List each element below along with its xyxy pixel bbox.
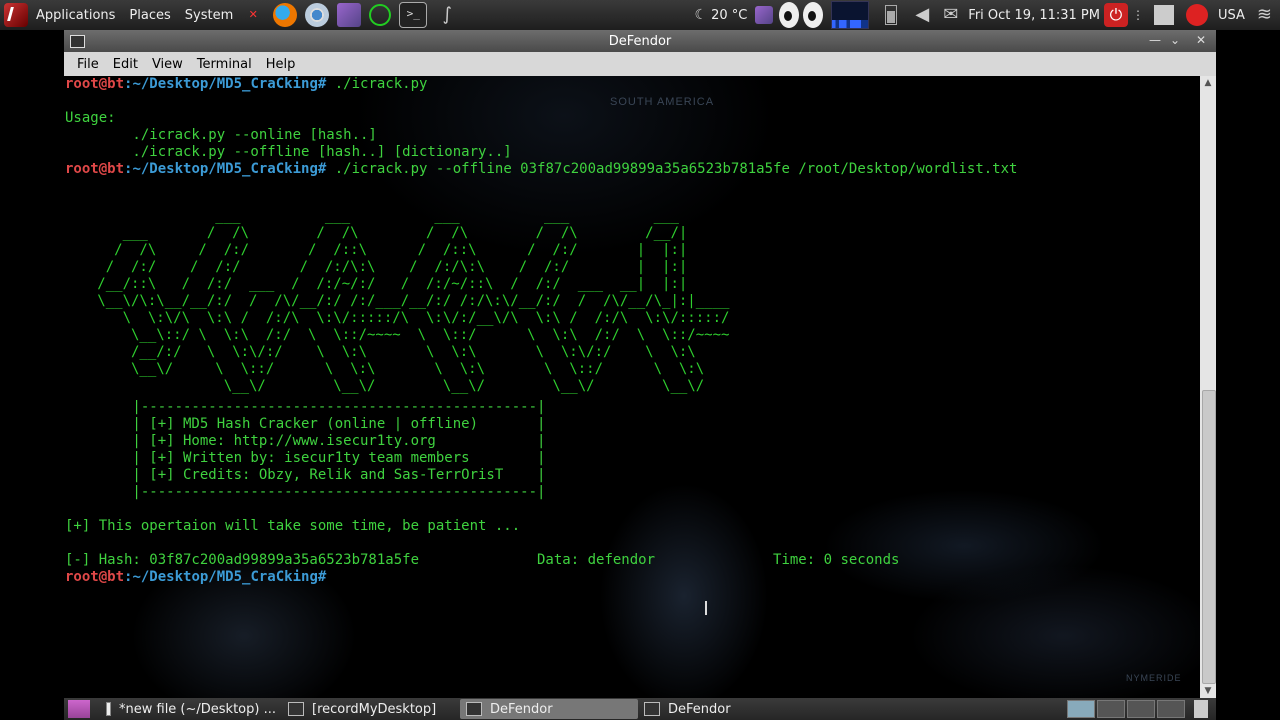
command-text: ./icrack.py --offline 03f87c200ad99899a3… <box>326 161 1018 177</box>
window-title: DeFendor <box>608 33 672 49</box>
map-label-watermark: NYMERIDE <box>1126 673 1182 683</box>
prompt-path: :~/Desktop/MD5_CraCking# <box>124 161 327 177</box>
menu-file[interactable]: File <box>70 57 106 72</box>
task-label: *new file (~/Desktop) ... <box>119 701 276 717</box>
scroll-down-icon[interactable]: ▼ <box>1200 684 1216 698</box>
workspace-4[interactable] <box>1157 700 1185 718</box>
command-line: root@bt:~/Desktop/MD5_CraCking# ./icrack… <box>65 76 1017 93</box>
chrome-icon[interactable] <box>305 3 330 27</box>
network-tool-icon[interactable] <box>337 3 362 27</box>
terminal-window: DeFendor — ⌄ ✕ File Edit View Terminal H… <box>64 30 1216 698</box>
usage-title: Usage: <box>65 110 116 126</box>
show-desktop-icon[interactable] <box>68 700 90 718</box>
places-menu[interactable]: Places <box>125 0 174 30</box>
info-box-line: |---------------------------------------… <box>65 484 546 500</box>
xeyes-right-icon <box>803 2 824 28</box>
task-label: [recordMyDesktop] <box>312 701 437 717</box>
right-border <box>1216 30 1280 698</box>
usage-line: ./icrack.py --offline [hash..] [dictiona… <box>65 144 512 160</box>
window-icon <box>288 702 304 716</box>
usage-line: ./icrack.py --online [hash..] <box>65 127 377 143</box>
bottom-panel: *new file (~/Desktop) ... [recordMyDeskt… <box>64 698 1216 720</box>
maximize-icon[interactable]: ⌄ <box>1166 32 1184 48</box>
prompt-path: :~/Desktop/MD5_CraCking# <box>124 569 327 585</box>
menu-terminal[interactable]: Terminal <box>190 57 259 72</box>
desktop-icon[interactable] <box>1154 5 1174 25</box>
system-menu[interactable]: System <box>181 0 237 30</box>
volume-icon[interactable]: ◀ <box>915 3 929 27</box>
status-icon[interactable] <box>1186 4 1208 26</box>
task-new-file[interactable]: *new file (~/Desktop) ... <box>100 699 282 719</box>
command-line: root@bt:~/Desktop/MD5_CraCking# ./icrack… <box>65 161 1017 178</box>
command-line: root@bt:~/Desktop/MD5_CraCking# <box>65 569 899 586</box>
result-line: [-] Hash: 03f87c200ad99899a35a6523b781a5… <box>65 552 900 568</box>
prompt-user: root@bt <box>65 569 125 585</box>
keyboard-layout[interactable]: USA <box>1214 0 1249 30</box>
mail-icon[interactable]: ✉ <box>943 3 958 27</box>
battery-icon[interactable] <box>885 5 898 25</box>
task-label: DeFendor <box>668 701 731 717</box>
wireless-icon[interactable] <box>369 4 392 26</box>
info-box-line: | [+] Credits: Obzy, Relik and Sas-TerrO… <box>65 467 546 483</box>
top-panel: Applications Places System ✕ >_ ∫ ☾ 20 °… <box>0 0 1280 30</box>
power-icon[interactable]: ⏻ <box>1104 3 1128 27</box>
menubar: File Edit View Terminal Help <box>64 52 1216 76</box>
scroll-thumb[interactable] <box>1202 390 1216 684</box>
info-box-line: | [+] Home: http://www.isecur1ty.org | <box>65 433 546 449</box>
terminal-icon <box>644 702 660 716</box>
chat-icon[interactable]: ✕ <box>241 3 265 27</box>
menu-view[interactable]: View <box>145 57 190 72</box>
system-monitor-icon[interactable] <box>831 1 870 29</box>
backtrack-logo-icon[interactable] <box>4 3 28 27</box>
scroll-up-icon[interactable]: ▲ <box>1200 76 1216 90</box>
media-icon[interactable] <box>755 6 774 24</box>
prompt-user: root@bt <box>65 76 125 92</box>
left-border <box>0 30 64 698</box>
terminal-output[interactable]: SOUTH AMERICA NYMERIDE root@bt:~/Desktop… <box>64 76 1200 698</box>
workspace-2[interactable] <box>1097 700 1125 718</box>
task-label: DeFendor <box>490 701 553 717</box>
task-defendor-active[interactable]: DeFendor <box>460 699 638 719</box>
workspace-switcher <box>1066 700 1216 718</box>
text-cursor-icon <box>705 601 713 615</box>
wireshark-icon[interactable]: ∫ <box>435 3 459 27</box>
close-icon[interactable]: ✕ <box>1192 32 1210 48</box>
terminal-icon <box>466 702 482 716</box>
prompt-path: :~/Desktop/MD5_CraCking# <box>124 76 327 92</box>
window-titlebar[interactable]: DeFendor — ⌄ ✕ <box>64 30 1216 52</box>
terminal-icon[interactable]: >_ <box>399 2 428 28</box>
task-defendor[interactable]: DeFendor <box>638 699 816 719</box>
xeyes-left-icon <box>779 2 800 28</box>
wifi-signal-icon[interactable]: ≋ <box>1257 3 1272 27</box>
notice-line: [+] This opertaion will take some time, … <box>65 518 521 534</box>
info-box-line: | [+] Written by: isecur1ty team members… <box>65 450 546 466</box>
ascii-banner: ___ ___ ___ ___ ___ ___ / /\ / /\ / /\ /… <box>97 208 730 394</box>
window-menu-icon[interactable] <box>70 35 85 48</box>
info-box-line: |---------------------------------------… <box>65 399 546 415</box>
text-editor-icon <box>106 702 111 716</box>
weather-moon-icon: ☾ <box>694 7 708 23</box>
prompt-user: root@bt <box>65 161 125 177</box>
clock[interactable]: Fri Oct 19, 11:31 PM <box>964 0 1104 30</box>
applications-menu[interactable]: Applications <box>32 0 119 30</box>
scrollbar[interactable]: ▲ ▼ <box>1200 76 1216 698</box>
task-recordmydesktop[interactable]: [recordMyDesktop] <box>282 699 460 719</box>
workspace-1[interactable] <box>1067 700 1095 718</box>
firefox-icon[interactable] <box>273 3 298 27</box>
trash-icon[interactable] <box>1194 700 1208 718</box>
workspace-3[interactable] <box>1127 700 1155 718</box>
more-icon[interactable]: ⋮ <box>1132 3 1144 27</box>
menu-edit[interactable]: Edit <box>106 57 145 72</box>
info-box-line: | [+] MD5 Hash Cracker (online | offline… <box>65 416 546 432</box>
menu-help[interactable]: Help <box>259 57 303 72</box>
weather-temperature[interactable]: 20 °C <box>707 0 751 30</box>
minimize-icon[interactable]: — <box>1146 32 1164 48</box>
command-text: ./icrack.py <box>326 76 428 92</box>
